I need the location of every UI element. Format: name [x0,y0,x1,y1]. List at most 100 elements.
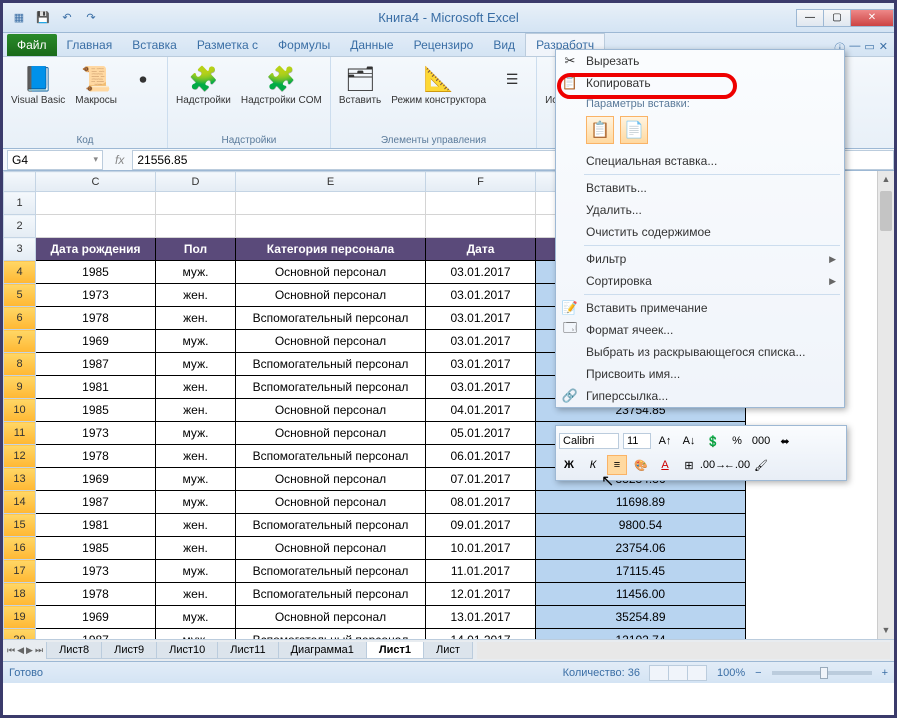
cell[interactable]: 03.01.2017 [426,376,536,399]
mini-decrease-decimal-icon[interactable]: ←.00 [727,455,747,475]
mini-shrink-font-icon[interactable]: A↓ [679,431,699,451]
cell[interactable]: муж. [156,422,236,445]
macro-options-button[interactable]: ⏺ [125,61,161,133]
cell[interactable]: 05.01.2017 [426,422,536,445]
cell[interactable]: Вспомогательный персонал [236,376,426,399]
row-header[interactable]: 20 [4,629,36,640]
row-header[interactable]: 15 [4,514,36,537]
ctx-hyperlink[interactable]: 🔗Гиперссылка... [556,385,844,407]
cell[interactable]: 1978 [36,583,156,606]
cell[interactable]: 08.01.2017 [426,491,536,514]
select-all-corner[interactable] [4,172,36,192]
cell[interactable]: муж. [156,560,236,583]
ctx-format[interactable]: 🗔Формат ячеек... [556,319,844,341]
close-button[interactable]: ✕ [850,9,894,27]
cell[interactable]: 11698.89 [536,491,746,514]
cell[interactable]: жен. [156,445,236,468]
sheet-nav[interactable]: ⏮◀▶⏭ [3,645,47,656]
cell[interactable]: Основной персонал [236,468,426,491]
cell[interactable]: 1985 [36,399,156,422]
cell[interactable]: жен. [156,514,236,537]
cell[interactable]: 10.01.2017 [426,537,536,560]
cell[interactable]: Вспомогательный персонал [236,514,426,537]
ctx-name[interactable]: Присвоить имя... [556,363,844,385]
cell[interactable]: жен. [156,376,236,399]
cell[interactable]: Основной персонал [236,422,426,445]
mini-format-painter-icon[interactable]: 🖌 [751,455,771,475]
cell[interactable]: 1969 [36,468,156,491]
cell[interactable]: жен. [156,583,236,606]
cell[interactable]: Вспомогательный персонал [236,307,426,330]
horizontal-scrollbar[interactable] [477,642,890,659]
tab-formulas[interactable]: Формулы [268,34,340,56]
maximize-button[interactable]: ▢ [823,9,851,27]
mini-comma-icon[interactable]: 000 [751,431,771,451]
scroll-up-icon[interactable]: ▲ [878,171,894,188]
cell[interactable]: 11.01.2017 [426,560,536,583]
cell[interactable]: 1985 [36,537,156,560]
redo-icon[interactable]: ↷ [81,8,101,28]
col-header-d[interactable]: D [156,172,236,192]
row-header[interactable]: 1 [4,192,36,215]
col-header-e[interactable]: E [236,172,426,192]
sheet-tab[interactable]: Лист9 [101,642,157,659]
mini-grow-font-icon[interactable]: A↑ [655,431,675,451]
row-header[interactable]: 2 [4,215,36,238]
fx-label[interactable]: fx [115,153,124,167]
cell[interactable]: 13.01.2017 [426,606,536,629]
row-header[interactable]: 16 [4,537,36,560]
ctx-copy[interactable]: 📋Копировать [556,72,844,94]
tab-file[interactable]: Файл [7,34,57,56]
cell[interactable]: Основной персонал [236,399,426,422]
sheet-tab[interactable]: Лист [423,642,473,659]
cell[interactable]: 06.01.2017 [426,445,536,468]
cell[interactable]: 9800.54 [536,514,746,537]
mini-borders-icon[interactable]: ⊞ [679,455,699,475]
cell[interactable]: 1987 [36,491,156,514]
sheet-tab[interactable]: Лист1 [366,642,424,659]
macros-button[interactable]: 📜Макросы [73,61,119,133]
view-layout-button[interactable] [668,665,688,681]
row-header[interactable]: 7 [4,330,36,353]
col-header-f[interactable]: F [426,172,536,192]
cell[interactable]: 23754.06 [536,537,746,560]
ctx-dropdown[interactable]: Выбрать из раскрывающегося списка... [556,341,844,363]
addins-button[interactable]: 🧩Надстройки [174,61,233,133]
cell[interactable]: Вспомогательный персонал [236,560,426,583]
cell[interactable]: жен. [156,399,236,422]
cell[interactable]: муж. [156,629,236,640]
row-header[interactable]: 9 [4,376,36,399]
scroll-thumb[interactable] [880,191,892,231]
cell[interactable]: 1987 [36,353,156,376]
sheet-tab[interactable]: Лист11 [217,642,278,659]
cell[interactable]: Вспомогательный персонал [236,353,426,376]
ctx-cut[interactable]: ✂Вырезать [556,50,844,72]
tab-view[interactable]: Вид [483,34,525,56]
zoom-slider[interactable] [772,671,872,675]
com-addins-button[interactable]: 🧩Надстройки COM [239,61,324,133]
row-header[interactable]: 11 [4,422,36,445]
ctx-sort[interactable]: Сортировка▶ [556,270,844,292]
mini-bold-button[interactable]: Ж [559,455,579,475]
name-box[interactable]: G4 [7,150,103,170]
row-header[interactable]: 3 [4,238,36,261]
cell[interactable]: муж. [156,330,236,353]
mdi-minimize-icon[interactable]: — [849,40,860,56]
mdi-close-icon[interactable]: ✕ [879,40,888,56]
mini-fill-color-icon[interactable]: 🎨 [631,455,651,475]
view-normal-button[interactable] [649,665,669,681]
excel-icon[interactable]: ▦ [9,8,29,28]
cell[interactable]: 14.01.2017 [426,629,536,640]
mini-merge-icon[interactable]: ⬌ [775,431,795,451]
zoom-out-button[interactable]: − [755,667,761,679]
cell[interactable]: 1969 [36,606,156,629]
mini-font-select[interactable]: Calibri [559,433,619,449]
row-header[interactable]: 6 [4,307,36,330]
ctx-filter[interactable]: Фильтр▶ [556,248,844,270]
cell[interactable]: 03.01.2017 [426,353,536,376]
mini-size-select[interactable]: 11 [623,433,651,449]
tab-insert[interactable]: Вставка [122,34,187,56]
cell[interactable]: Вспомогательный персонал [236,629,426,640]
cell[interactable]: Основной персонал [236,284,426,307]
cell[interactable]: 1985 [36,261,156,284]
